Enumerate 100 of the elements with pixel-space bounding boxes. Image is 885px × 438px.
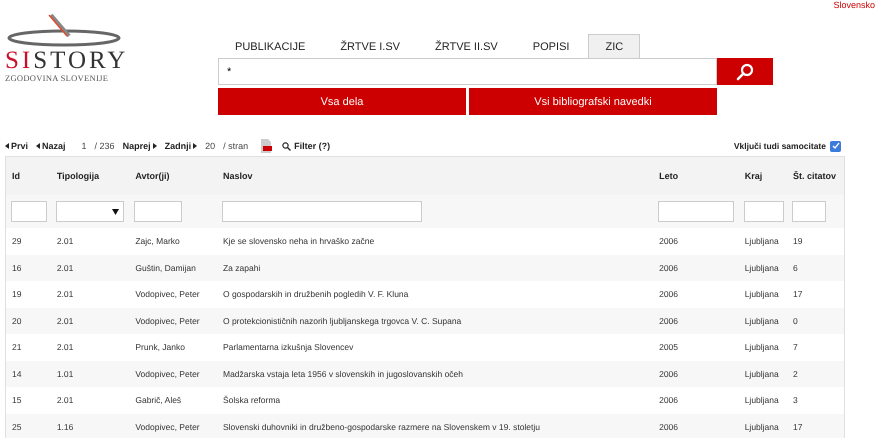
table-cell: 21 bbox=[6, 334, 51, 360]
table-cell: Za zapahi bbox=[216, 254, 654, 281]
table-cell: Ljubljana bbox=[738, 414, 788, 438]
table-cell: Gabrič, Aleš bbox=[129, 387, 217, 414]
table-cell: Prunk, Janko bbox=[129, 334, 217, 360]
table-cell: Vodopivec, Peter bbox=[129, 281, 217, 308]
table-cell: 2.01 bbox=[50, 334, 130, 360]
column-header[interactable]: Št. citatov bbox=[787, 156, 844, 195]
table-cell: Madžarska vstaja leta 1956 v slovenskih in jugoslovanskih očeh bbox=[216, 360, 654, 387]
nav-tab[interactable]: ŽRTVE I.SV bbox=[324, 34, 416, 58]
table-cell: 1.01 bbox=[50, 360, 130, 387]
search-icon bbox=[282, 142, 292, 150]
page-number: 1 bbox=[82, 141, 87, 151]
table-cell: 2006 bbox=[653, 387, 739, 414]
page-total: / 236 bbox=[94, 141, 115, 151]
table-cell: 15 bbox=[6, 387, 51, 414]
table-cell: Vodopivec, Peter bbox=[129, 360, 217, 387]
rows-per-page: 20 bbox=[205, 141, 216, 151]
table-cell: 1.16 bbox=[50, 414, 130, 438]
table-cell: Ljubljana bbox=[738, 334, 788, 360]
table-cell: 2.01 bbox=[50, 281, 130, 308]
logo-subtitle: ZGODOVINA SLOVENIJE bbox=[5, 73, 108, 83]
table-cell: Slovenski duhovniki in družbeno-gospodarske razmere na Slovenskem v 19. stoletju bbox=[216, 414, 654, 438]
table-cell: 2006 bbox=[653, 228, 739, 254]
table-cell: Ljubljana bbox=[738, 228, 788, 254]
table-cell: O protekcionističnih nazorih ljubljanskega trgovca V. C. Supana bbox=[216, 308, 654, 334]
table-cell: Guštin, Damijan bbox=[129, 254, 217, 281]
search-button[interactable] bbox=[717, 58, 773, 85]
logo-title-accent: SI bbox=[5, 47, 34, 74]
search-field[interactable]: * bbox=[218, 58, 717, 85]
table-cell: 2.01 bbox=[50, 228, 130, 254]
table-cell: 29 bbox=[6, 228, 51, 254]
table-cell: Vodopivec, Peter bbox=[129, 414, 217, 438]
last-page-link[interactable]: Zadnji bbox=[164, 141, 192, 151]
table-cell: 20 bbox=[6, 308, 51, 334]
table-cell: Šolska reforma bbox=[216, 387, 654, 414]
caret-right-icon bbox=[152, 143, 157, 149]
column-header[interactable]: Tipologija bbox=[50, 156, 130, 195]
table-cell: 17 bbox=[787, 414, 844, 438]
column-header[interactable]: Avtor(ji) bbox=[129, 156, 217, 195]
table-cell: Ljubljana bbox=[738, 308, 788, 334]
table-cell: 19 bbox=[787, 228, 844, 254]
self-citations-label: Vključi tudi samocitate bbox=[734, 141, 826, 151]
column-header[interactable]: Id bbox=[6, 156, 51, 195]
table-cell: O gospodarskih in družbenih pogledih V. F. Kluna bbox=[216, 281, 654, 308]
filter-field[interactable] bbox=[744, 201, 784, 222]
table-cell: 3 bbox=[787, 387, 844, 414]
logo-title: STORY bbox=[33, 47, 128, 74]
table-cell: Ljubljana bbox=[738, 281, 788, 308]
nav-tab[interactable]: ZIC bbox=[588, 34, 640, 58]
table-cell: 2006 bbox=[653, 308, 739, 334]
table-cell: 2.01 bbox=[50, 387, 130, 414]
table-cell: 2.01 bbox=[50, 308, 130, 334]
table-cell: Ljubljana bbox=[738, 360, 788, 387]
action-button[interactable]: Vsa dela bbox=[218, 88, 466, 115]
caret-right-icon bbox=[193, 143, 198, 149]
column-header[interactable]: Naslov bbox=[216, 156, 654, 195]
nav-tab[interactable]: ŽRTVE II.SV bbox=[419, 34, 514, 58]
table-cell: Ljubljana bbox=[738, 387, 788, 414]
language-link[interactable]: Slovensko bbox=[833, 0, 875, 11]
filter-field[interactable] bbox=[222, 201, 422, 222]
filter-field[interactable] bbox=[134, 201, 182, 222]
filter-field[interactable] bbox=[792, 201, 826, 222]
search-icon bbox=[736, 62, 754, 80]
filter-field[interactable] bbox=[11, 201, 47, 222]
table-cell: 19 bbox=[6, 281, 51, 308]
table-cell: Ljubljana bbox=[738, 254, 788, 281]
table-cell: 2006 bbox=[653, 414, 739, 438]
table-cell: 2006 bbox=[653, 360, 739, 387]
column-header[interactable]: Kraj bbox=[738, 156, 788, 195]
table-cell: Vodopivec, Peter bbox=[129, 308, 217, 334]
table-cell: 6 bbox=[787, 254, 844, 281]
table-cell: Parlamentarna izkušnja Slovencev bbox=[216, 334, 654, 360]
action-button[interactable]: Vsi bibliografski navedki bbox=[469, 88, 717, 115]
logo[interactable]: SI STORY ZGODOVINA SLOVENIJE bbox=[5, 12, 135, 115]
table-cell: 16 bbox=[6, 254, 51, 281]
next-page-link[interactable]: Naprej bbox=[122, 141, 151, 151]
caret-left-icon bbox=[36, 143, 40, 149]
table-cell: 25 bbox=[6, 414, 51, 438]
filter-dropdown[interactable] bbox=[56, 201, 124, 222]
pdf-export-icon[interactable] bbox=[260, 139, 272, 153]
table-cell: 0 bbox=[787, 308, 844, 334]
previous-page-link[interactable]: Nazaj bbox=[42, 141, 66, 151]
column-header[interactable]: Leto bbox=[653, 156, 739, 195]
first-page-link[interactable]: Prvi bbox=[11, 141, 28, 151]
nav-tab[interactable]: POPISI bbox=[516, 34, 586, 58]
caret-down-icon bbox=[112, 208, 119, 214]
table-cell: 2.01 bbox=[50, 254, 130, 281]
filter-field[interactable] bbox=[658, 201, 734, 222]
table-cell: Zajc, Marko bbox=[129, 228, 217, 254]
self-citations-checkbox[interactable] bbox=[830, 140, 841, 152]
nav-tab[interactable]: PUBLIKACIJE bbox=[219, 34, 322, 58]
table-cell: 2 bbox=[787, 360, 844, 387]
table-cell: 17 bbox=[787, 281, 844, 308]
per-page-label: / stran bbox=[223, 141, 248, 151]
table-cell: 7 bbox=[787, 334, 844, 360]
table-cell: 14 bbox=[6, 360, 51, 387]
table-cell: Kje se slovensko neha in hrvaško začne bbox=[216, 228, 654, 254]
caret-left-icon bbox=[5, 143, 9, 149]
filter-link[interactable]: Filter (?) bbox=[282, 141, 330, 151]
